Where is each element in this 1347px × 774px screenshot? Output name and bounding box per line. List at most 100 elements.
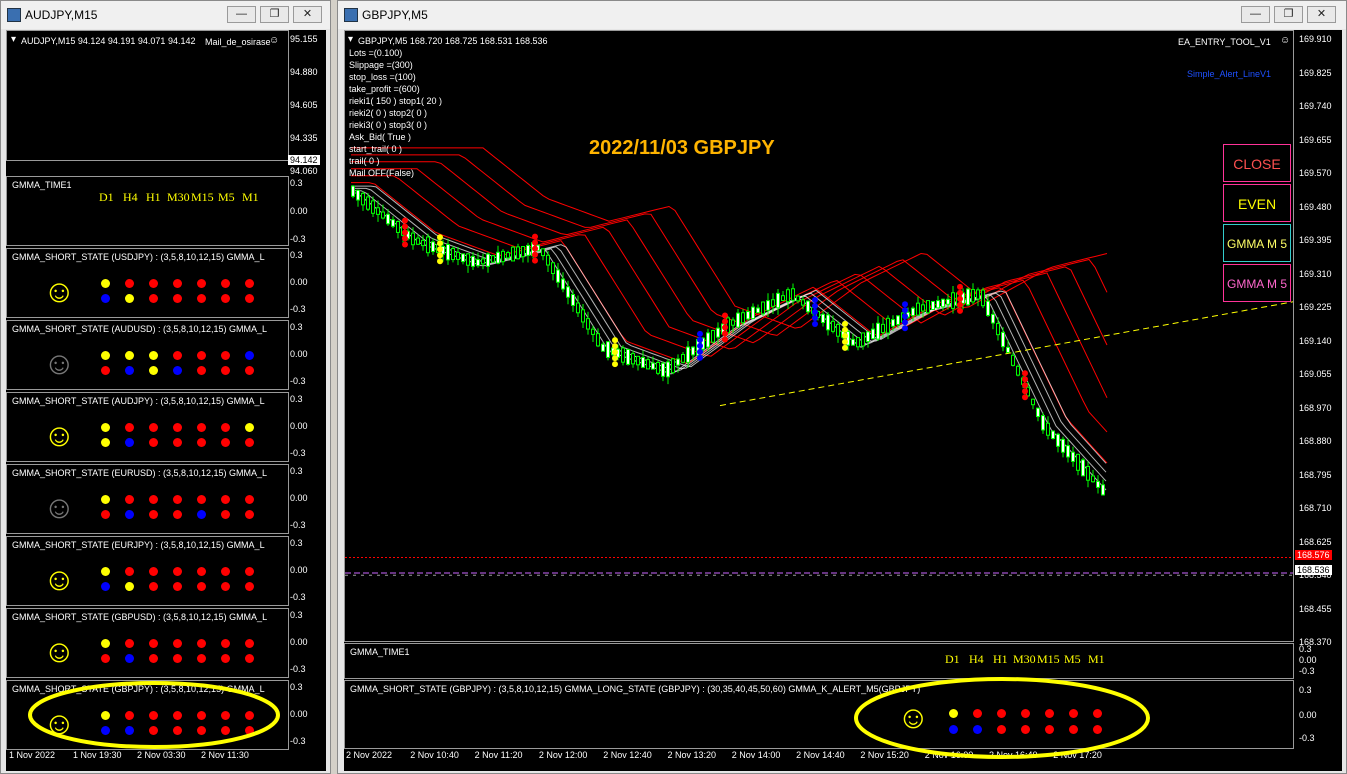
gmma-signal-dot [697,336,703,343]
date-tick: 2 Nov 16:40 [989,750,1038,760]
gmma-signal-dot [1022,394,1028,401]
gmma-signal-dot [957,295,963,302]
candle-body [806,300,810,313]
even-button[interactable]: EVEN [1223,184,1291,222]
close-positions-button[interactable]: CLOSE [1223,144,1291,182]
date-tick: 1 Nov 2022 [9,750,56,760]
state-subpanel[interactable]: GMMA_SHORT_STATE (GBPJPY) : (3,5,8,10,12… [6,680,289,750]
state-dot [245,654,254,663]
restore-button[interactable]: ❐ [1274,6,1303,23]
state-dot [221,567,230,576]
tf-m15: M15 [1037,652,1060,666]
gmma-signal-dot [612,343,618,350]
candle-body [591,328,595,335]
gmma-signal-dot [722,336,728,343]
left-price-pane[interactable]: ▾ AUDJPY,M15 94.124 94.191 94.071 94.142… [6,30,289,161]
state-subpanel[interactable]: GMMA_SHORT_STATE (EURUSD) : (3,5,8,10,12… [6,464,289,534]
left-ea-label: Mail_de_osirase [205,37,271,47]
state-dot [997,725,1006,734]
minimize-button[interactable]: — [227,6,256,23]
gmma-signal-dot [957,301,963,308]
candle-body [581,309,585,323]
candle-body [511,246,515,262]
right-state-pane[interactable]: GMMA_SHORT_STATE (GBPJPY) : (3,5,8,10,12… [344,680,1294,749]
state-axis-tick: -0.3 [290,520,306,530]
price-tick: 94.605 [290,100,318,110]
minimize-button[interactable]: — [1241,6,1270,23]
gmma-long-line [351,147,1108,329]
state-dot [101,423,110,432]
candle-body [361,192,365,206]
gmma-signal-dot [437,258,443,265]
candle-body [501,250,505,263]
state-dot [125,423,134,432]
state-dot [173,582,182,591]
gmma-signal-dot [902,319,908,326]
state-dot [197,654,206,663]
right-chart-client[interactable]: ▾ GBPJPY,M5 168.720 168.725 168.531 168.… [344,30,1342,771]
candle-body [911,307,915,317]
restore-button[interactable]: ❐ [260,6,289,23]
state-axis-tick: 0.3 [290,610,303,620]
state-subpanel[interactable]: GMMA_SHORT_STATE (AUDUSD) : (3,5,8,10,12… [6,320,289,390]
candle-body [731,319,735,326]
state-dot [949,725,958,734]
close-button[interactable]: ✕ [293,6,322,23]
candle-body [561,278,565,290]
state-dot [149,510,158,519]
state-axis-tick: -0.3 [1299,733,1315,743]
gmma-m5-button-1[interactable]: GMMA M 5 [1223,224,1291,262]
state-subpanel[interactable]: GMMA_SHORT_STATE (USDJPY) : (3,5,8,10,12… [6,248,289,318]
candle-body [371,200,375,214]
date-tick: 2 Nov 12:00 [538,750,588,760]
param-line: rieki1( 150 ) stop1( 20 ) [349,96,443,106]
candle-body [796,295,800,302]
gmma-signal-dot [1022,370,1028,377]
price-tick: 168.795 [1299,469,1332,480]
candle-body [466,253,470,266]
state-dot [125,351,134,360]
candle-body [1081,459,1085,477]
gmma-signal-dot [902,325,908,332]
left-chart-client[interactable]: ▾ AUDJPY,M15 94.124 94.191 94.071 94.142… [6,30,326,771]
candle-body [396,221,400,233]
chart-menu-icon[interactable]: ▾ [348,34,353,45]
candle-body [936,300,940,309]
gmma-signal-dot [902,301,908,308]
main-price-pane[interactable]: ▾ GBPJPY,M5 168.720 168.725 168.531 168.… [344,30,1294,642]
gmma-m5-button-2[interactable]: GMMA M 5 [1223,264,1291,302]
tf-h4: H4 [969,652,984,666]
state-dot [1021,709,1030,718]
left-time-pane[interactable]: GMMA_TIME1 D1 H4 H1 M30 M15 M5 M1 [6,176,289,246]
state-dot [173,294,182,303]
candle-body [576,302,580,314]
left-title-bar[interactable]: AUDJPY,M15 — ❐ ✕ [1,1,330,29]
state-dot [125,711,134,720]
state-dot [149,711,158,720]
state-axis-tick: 0.00 [290,637,308,647]
price-tick: 168.710 [1299,503,1332,513]
state-subpanel[interactable]: GMMA_SHORT_STATE (EURJPY) : (3,5,8,10,12… [6,536,289,606]
candle-body [1051,430,1055,440]
candle-body [1056,433,1060,447]
state-dot [221,294,230,303]
state-dot [173,639,182,648]
gmma-signal-dot [697,342,703,349]
candle-body [946,298,950,305]
state-subpanel[interactable]: GMMA_SHORT_STATE (GBPUSD) : (3,5,8,10,12… [6,608,289,678]
price-tick: 169.310 [1299,268,1332,279]
state-subpanel[interactable]: GMMA_SHORT_STATE (AUDJPY) : (3,5,8,10,12… [6,392,289,462]
gmma-signal-dot [902,313,908,320]
candle-body [491,255,495,263]
right-time-pane[interactable]: GMMA_TIME1 D1 H4 H1 M30 M15 M5 M1 [344,643,1294,679]
close-button[interactable]: ✕ [1307,6,1336,23]
tf-m30: M30 [1013,652,1036,666]
state-axis-tick: 0.3 [290,322,303,332]
chart-menu-icon[interactable]: ▾ [11,34,16,45]
state-dot [221,582,230,591]
trend-smiley-icon: ☺ [43,633,76,669]
time-pane-label: GMMA_TIME1 [350,647,410,657]
param-line: Mail OFF(False) [349,168,414,178]
candle-body [891,319,895,327]
right-title-bar[interactable]: GBPJPY,M5 — ❐ ✕ [338,1,1346,29]
